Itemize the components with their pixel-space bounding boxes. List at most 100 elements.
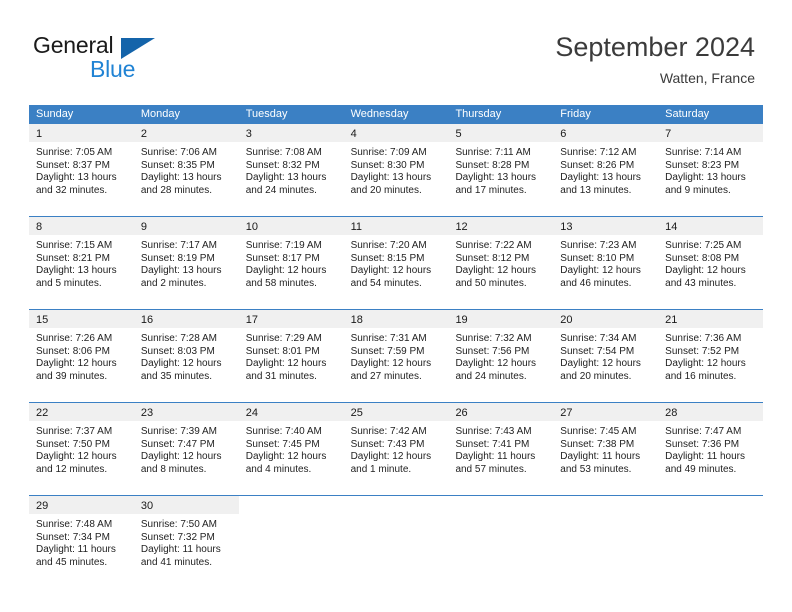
day-details: Sunrise: 7:22 AM Sunset: 8:12 PM Daylight:… [448,235,553,290]
day-details: Sunrise: 7:05 AM Sunset: 8:37 PM Daylight:… [29,142,134,197]
day-number-band: 24 [238,403,344,421]
calendar-day-cell[interactable]: 11 Sunrise: 7:20 AM Sunset: 8:15 PM Dayligh… [343,217,449,309]
daylight-text-line1: Daylight: 13 hours [560,172,641,184]
calendar-day-cell[interactable]: 29 Sunrise: 7:48 AM Sunset: 7:34 PM Dayligh… [29,496,134,588]
daylight-text-line1: Daylight: 12 hours [350,358,432,370]
calendar-day-cell[interactable]: 8 Sunrise: 7:15 AM Sunset: 8:21 PM Daylight… [29,217,134,309]
calendar-day-cell[interactable]: 14 Sunrise: 7:25 AM Sunset: 8:08 PM Dayligh… [658,217,764,309]
day-number: 28 [665,407,678,419]
day-details: Sunrise: 7:28 AM Sunset: 8:03 PM Daylight:… [134,328,239,383]
daylight-text-line1: Daylight: 11 hours [455,451,536,463]
calendar-day-cell[interactable]: 12 Sunrise: 7:22 AM Sunset: 8:12 PM Dayligh… [448,217,554,309]
day-details: Sunrise: 7:15 AM Sunset: 8:21 PM Daylight:… [29,235,134,290]
day-number-band [239,496,344,514]
daylight-text-line2: and 24 minutes. [455,370,527,382]
day-details: Sunrise: 7:31 AM Sunset: 7:59 PM Daylight:… [344,328,449,383]
calendar-week-row: 15 Sunrise: 7:26 AM Sunset: 8:06 PM Dayligh… [29,309,764,402]
brand-name-general: General [33,32,114,58]
weekday-header-saturday: Saturday [665,108,710,120]
calendar-day-cell[interactable]: 10 Sunrise: 7:19 AM Sunset: 8:17 PM Dayligh… [238,217,344,309]
sunrise-text: Sunrise: 7:15 AM [36,240,113,251]
sunset-text: Sunset: 8:32 PM [245,159,320,171]
day-details: Sunrise: 7:34 AM Sunset: 7:54 PM Daylight:… [553,328,658,383]
brand-logo[interactable]: General Blue [33,32,263,88]
calendar-day-cell[interactable]: 3 Sunrise: 7:08 AM Sunset: 8:32 PM Daylight… [238,124,344,216]
calendar-day-cell[interactable]: 9 Sunrise: 7:17 AM Sunset: 8:19 PM Daylight… [133,217,239,309]
sunset-text: Sunset: 8:12 PM [455,252,530,264]
day-number: 7 [665,128,672,140]
calendar-day-cell[interactable]: 16 Sunrise: 7:28 AM Sunset: 8:03 PM Dayligh… [133,310,239,402]
calendar-day-cell[interactable]: 27 Sunrise: 7:45 AM Sunset: 7:38 PM Dayligh… [553,403,659,495]
location-label: Watten, France [659,70,755,86]
calendar-day-cell[interactable]: 23 Sunrise: 7:39 AM Sunset: 7:47 PM Dayligh… [133,403,239,495]
daylight-text-line2: and 28 minutes. [140,184,213,196]
calendar-day-cell[interactable]: 1 Sunrise: 7:05 AM Sunset: 8:37 PM Daylight… [29,124,134,216]
sunrise-text: Sunrise: 7:09 AM [350,147,427,158]
day-number: 9 [140,221,147,233]
daylight-text-line2: and 46 minutes. [560,277,632,289]
calendar-day-cell[interactable]: 22 Sunrise: 7:37 AM Sunset: 7:50 PM Dayligh… [29,403,134,495]
day-number: 27 [560,407,573,419]
calendar-day-cell[interactable]: 15 Sunrise: 7:26 AM Sunset: 8:06 PM Dayligh… [29,310,134,402]
sunset-text: Sunset: 7:32 PM [140,531,215,543]
calendar-day-cell[interactable]: 4 Sunrise: 7:09 AM Sunset: 8:30 PM Daylight… [343,124,449,216]
day-number-band: 14 [658,217,764,235]
sunrise-text: Sunrise: 7:29 AM [245,333,322,344]
calendar-day-cell[interactable]: 6 Sunrise: 7:12 AM Sunset: 8:26 PM Daylight… [553,124,659,216]
calendar-day-cell[interactable]: 7 Sunrise: 7:14 AM Sunset: 8:23 PM Daylight… [658,124,764,216]
day-number-band: 4 [343,124,449,142]
calendar-day-cell[interactable]: 18 Sunrise: 7:31 AM Sunset: 7:59 PM Dayligh… [343,310,449,402]
calendar-day-cell[interactable]: 28 Sunrise: 7:47 AM Sunset: 7:36 PM Dayligh… [658,403,764,495]
daylight-text-line1: Daylight: 13 hours [455,172,537,184]
day-details [658,514,763,519]
day-details: Sunrise: 7:40 AM Sunset: 7:45 PM Daylight:… [239,421,344,476]
day-number: 13 [560,221,573,233]
day-details: Sunrise: 7:47 AM Sunset: 7:36 PM Daylight:… [658,421,763,476]
calendar-day-cell[interactable]: 26 Sunrise: 7:43 AM Sunset: 7:41 PM Dayligh… [448,403,554,495]
day-number: 17 [245,314,258,326]
daylight-text-line2: and 8 minutes. [140,463,207,475]
calendar-day-cell[interactable]: 20 Sunrise: 7:34 AM Sunset: 7:54 PM Dayligh… [553,310,659,402]
day-details: Sunrise: 7:45 AM Sunset: 7:38 PM Daylight:… [553,421,658,476]
day-number-band: 18 [343,310,449,328]
day-number-band: 6 [553,124,659,142]
calendar-day-cell[interactable]: 19 Sunrise: 7:32 AM Sunset: 7:56 PM Dayligh… [448,310,554,402]
calendar-day-cell[interactable]: 17 Sunrise: 7:29 AM Sunset: 8:01 PM Dayligh… [238,310,344,402]
calendar-day-cell[interactable]: 5 Sunrise: 7:11 AM Sunset: 8:28 PM Daylight… [448,124,554,216]
daylight-text-line2: and 5 minutes. [36,277,102,289]
day-details: Sunrise: 7:36 AM Sunset: 7:52 PM Daylight:… [658,328,763,383]
calendar-day-cell[interactable]: 21 Sunrise: 7:36 AM Sunset: 7:52 PM Dayligh… [658,310,764,402]
daylight-text-line2: and 16 minutes. [665,370,737,382]
daylight-text-line1: Daylight: 11 hours [140,544,221,556]
sunset-text: Sunset: 8:35 PM [140,159,215,171]
sunrise-text: Sunrise: 7:05 AM [36,147,113,158]
calendar-weeks: 1 Sunrise: 7:05 AM Sunset: 8:37 PM Daylight… [29,124,764,588]
day-number-band [448,496,553,514]
sunset-text: Sunset: 8:28 PM [455,159,530,171]
daylight-text-line1: Daylight: 13 hours [350,172,432,184]
daylight-text-line1: Daylight: 11 hours [36,544,116,556]
daylight-text-line1: Daylight: 12 hours [140,358,222,370]
calendar-day-cell[interactable]: 2 Sunrise: 7:06 AM Sunset: 8:35 PM Daylight… [133,124,239,216]
weekday-header-row: Sunday Monday Tuesday Wednesday Thursday… [29,105,763,124]
sunset-text: Sunset: 7:45 PM [245,438,320,450]
calendar-day-cell-empty [553,496,658,588]
weekday-header-sunday: Sunday [36,108,74,120]
calendar-day-cell[interactable]: 25 Sunrise: 7:42 AM Sunset: 7:43 PM Dayligh… [343,403,449,495]
day-number: 16 [140,314,154,326]
calendar-day-cell[interactable]: 30 Sunrise: 7:50 AM Sunset: 7:32 PM Dayligh… [133,496,239,588]
sunrise-text: Sunrise: 7:47 AM [665,426,742,437]
day-number-band: 5 [448,124,554,142]
calendar-day-cell[interactable]: 24 Sunrise: 7:40 AM Sunset: 7:45 PM Dayligh… [238,403,344,495]
daylight-text-line1: Daylight: 12 hours [350,451,432,463]
sunrise-text: Sunrise: 7:17 AM [140,240,218,251]
daylight-text-line1: Daylight: 12 hours [455,265,537,277]
sunset-text: Sunset: 7:36 PM [665,438,740,450]
day-details: Sunrise: 7:08 AM Sunset: 8:32 PM Daylight:… [239,142,344,197]
day-details: Sunrise: 7:12 AM Sunset: 8:26 PM Daylight:… [553,142,658,197]
calendar-day-cell[interactable]: 13 Sunrise: 7:23 AM Sunset: 8:10 PM Dayligh… [553,217,659,309]
day-details: Sunrise: 7:17 AM Sunset: 8:19 PM Daylight:… [134,235,239,290]
weekday-header-monday: Monday [140,108,180,120]
sunrise-text: Sunrise: 7:22 AM [455,240,532,251]
day-details: Sunrise: 7:39 AM Sunset: 7:47 PM Daylight:… [134,421,239,476]
